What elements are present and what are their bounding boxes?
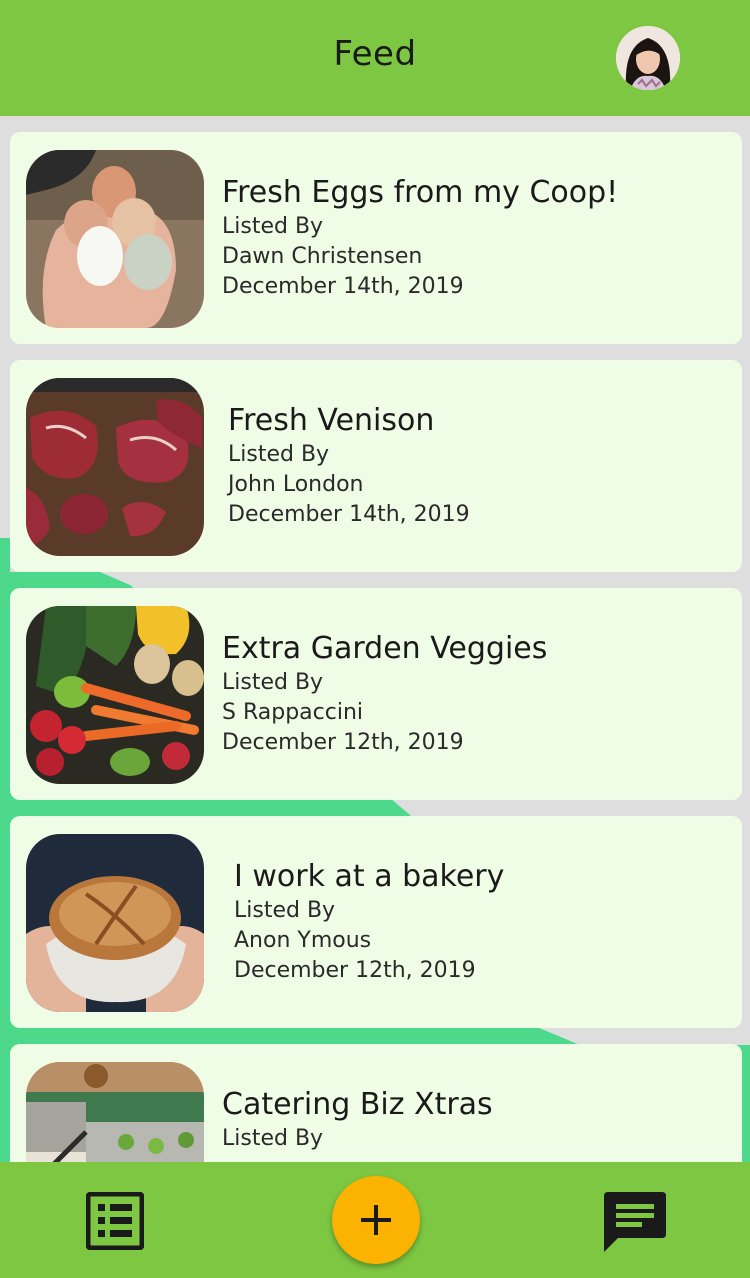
listing-image <box>26 150 204 328</box>
feed-card[interactable]: Extra Garden Veggies Listed By S Rappacc… <box>10 588 742 800</box>
profile-photo <box>616 26 680 90</box>
listing-author: John London <box>228 472 364 497</box>
listing-author: Dawn Christensen <box>222 244 423 269</box>
add-listing-button[interactable] <box>332 1176 420 1264</box>
listing-date: December 14th, 2019 <box>228 502 470 527</box>
chat-icon[interactable] <box>604 1190 666 1256</box>
listing-info: Fresh Eggs from my Coop! Listed By Dawn … <box>222 174 618 302</box>
listing-image <box>26 834 204 1012</box>
listing-author: S Rappaccini <box>222 700 364 725</box>
listed-by-label: Listed By <box>222 214 324 239</box>
avatar[interactable] <box>616 26 680 90</box>
listed-by-label: Listed By <box>222 1126 324 1151</box>
listing-date: December 14th, 2019 <box>222 274 464 299</box>
app-header: Feed <box>0 0 750 116</box>
feed-card[interactable]: Fresh Eggs from my Coop! Listed By Dawn … <box>10 132 742 344</box>
listing-info: Catering Biz Xtras Listed By <box>222 1086 493 1154</box>
listing-info: Fresh Venison Listed By John London Dece… <box>228 402 470 530</box>
listed-by-label: Listed By <box>222 670 324 695</box>
listing-title: Catering Biz Xtras <box>222 1087 493 1122</box>
listing-author: Anon Ymous <box>234 928 372 953</box>
listed-by-label: Listed By <box>228 442 330 467</box>
feed-card[interactable]: Fresh Venison Listed By John London Dece… <box>10 360 742 572</box>
listing-info: I work at a bakery Listed By Anon Ymous … <box>234 858 504 986</box>
listing-info: Extra Garden Veggies Listed By S Rappacc… <box>222 630 547 758</box>
feed-list: Fresh Eggs from my Coop! Listed By Dawn … <box>10 132 742 1256</box>
listing-image <box>26 606 204 784</box>
listing-title: Extra Garden Veggies <box>222 631 548 666</box>
listing-date: December 12th, 2019 <box>222 730 464 755</box>
listing-title: Fresh Eggs from my Coop! <box>222 175 619 210</box>
listing-title: Fresh Venison <box>228 403 435 438</box>
listing-date: December 12th, 2019 <box>234 958 476 983</box>
plus-icon <box>361 1205 391 1235</box>
listing-image <box>26 378 204 556</box>
listed-by-label: Listed By <box>234 898 336 923</box>
list-icon[interactable] <box>85 1191 145 1254</box>
feed-card[interactable]: I work at a bakery Listed By Anon Ymous … <box>10 816 742 1028</box>
listing-title: I work at a bakery <box>234 859 505 894</box>
